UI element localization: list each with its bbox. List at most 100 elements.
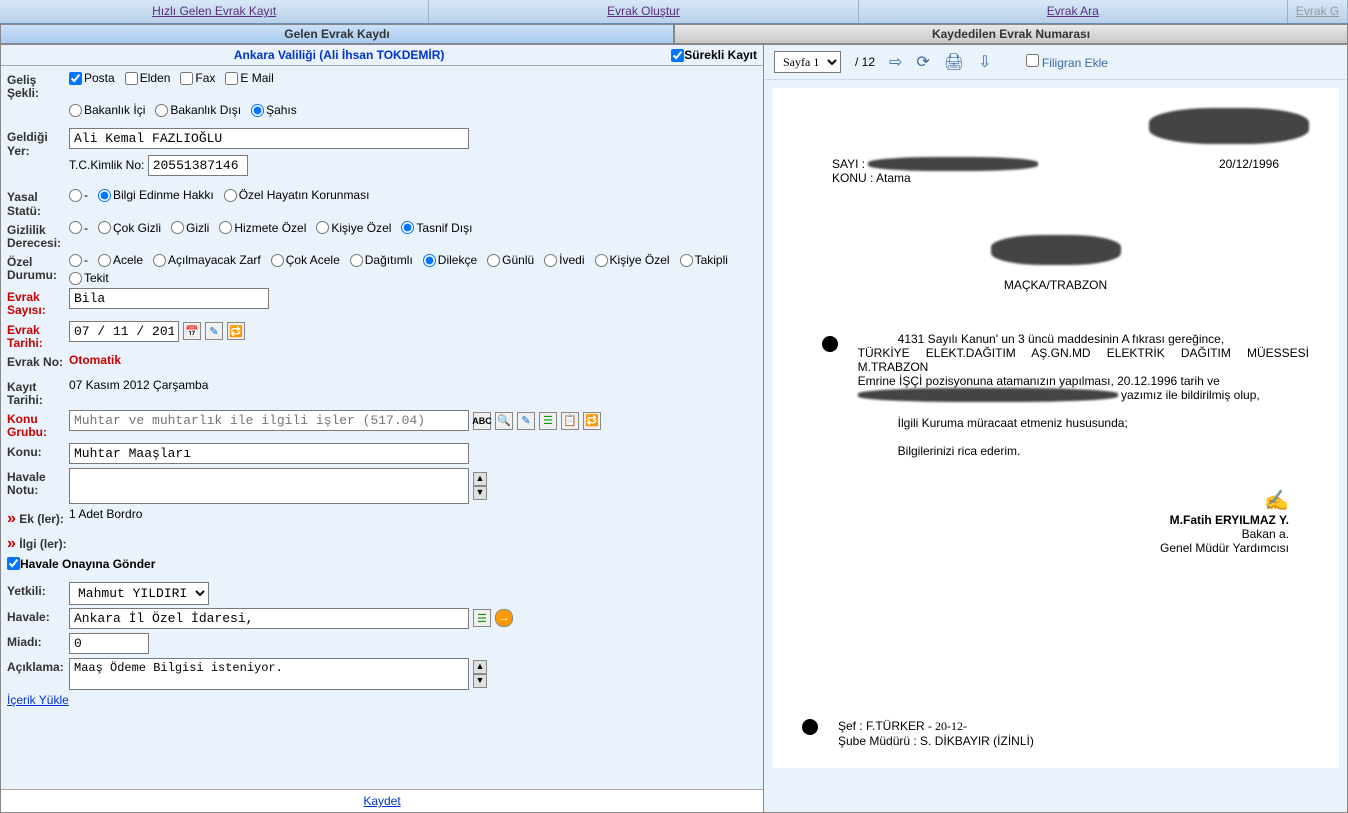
val-kayit-tarihi: 07 Kasım 2012 Çarşamba bbox=[69, 378, 208, 392]
lbl-konu: Konu: bbox=[7, 443, 69, 459]
tab-gelen-evrak[interactable]: Gelen Evrak Kaydı bbox=[0, 24, 674, 44]
chk-filigran[interactable] bbox=[1026, 54, 1039, 67]
sel-page[interactable]: Sayfa 1 bbox=[774, 51, 841, 73]
inp-havale[interactable] bbox=[69, 608, 469, 629]
scroll-up-1[interactable]: ▲ bbox=[473, 472, 487, 486]
ta-havale-notu[interactable] bbox=[69, 468, 469, 504]
reload-icon[interactable]: 🔁 bbox=[583, 412, 601, 430]
rad-ivedi[interactable] bbox=[544, 254, 557, 267]
chk-email[interactable] bbox=[225, 72, 238, 85]
lbl-kayit-tarihi: Kayıt Tarihi: bbox=[7, 378, 69, 407]
main-tabs: Gelen Evrak Kaydı Kaydedilen Evrak Numar… bbox=[0, 24, 1348, 44]
copy-icon[interactable]: 📋 bbox=[561, 412, 579, 430]
nav-olustur[interactable]: Evrak Oluştur bbox=[429, 0, 858, 23]
inp-konu-grubu[interactable] bbox=[69, 410, 469, 431]
lbl-konu-grubu: Konu Grubu: bbox=[7, 410, 69, 439]
nav-hizli[interactable]: Hızlı Gelen Evrak Kayıt bbox=[0, 0, 429, 23]
chk-posta[interactable] bbox=[69, 72, 82, 85]
rad-bakanlik-disi[interactable] bbox=[155, 104, 168, 117]
lbl-aciklama: Açıklama: bbox=[7, 658, 69, 674]
document-view: SAYI : KONU : Atama 20/12/1996 MAÇKA/TRA… bbox=[772, 88, 1339, 768]
rad-dagitimli[interactable] bbox=[350, 254, 363, 267]
lbl-ilgi: » İlgi (ler): bbox=[7, 532, 69, 553]
tree-icon-2[interactable]: ☰ bbox=[473, 609, 491, 627]
lbl-miadi: Miadı: bbox=[7, 633, 69, 649]
print-icon[interactable]: 🖨 bbox=[944, 52, 964, 72]
lbl-filigran: Filigran Ekle bbox=[1042, 56, 1108, 70]
lbl-tckimlik: T.C.Kimlik No: bbox=[69, 158, 144, 172]
rad-acele[interactable] bbox=[98, 254, 111, 267]
go-icon[interactable]: → bbox=[495, 609, 513, 627]
unit-title: Ankara Valiliği (Ali İhsan TOKDEMİR) bbox=[7, 48, 671, 62]
rad-bilgi-edinme[interactable] bbox=[98, 189, 111, 202]
rotate-icon[interactable]: ⟳ bbox=[916, 52, 929, 72]
ta-aciklama[interactable]: Maaş Ödeme Bilgisi isteniyor. bbox=[69, 658, 469, 690]
next-page-icon[interactable]: ⇨ bbox=[889, 52, 902, 72]
chk-fax[interactable] bbox=[180, 72, 193, 85]
inp-evrak-sayisi[interactable] bbox=[69, 288, 269, 309]
clear-date-icon[interactable]: ✎ bbox=[205, 322, 223, 340]
val-evrak-no: Otomatik bbox=[69, 353, 121, 367]
inp-konu[interactable] bbox=[69, 443, 469, 464]
inp-geldigi-yer[interactable] bbox=[69, 128, 469, 149]
refresh-date-icon[interactable]: 🔁 bbox=[227, 322, 245, 340]
nav-more[interactable]: Evrak G bbox=[1288, 0, 1348, 23]
arrow-ilgi-icon[interactable]: » bbox=[7, 535, 16, 552]
surekli-kayit-checkbox[interactable] bbox=[671, 49, 684, 62]
scroll-down-1[interactable]: ▼ bbox=[473, 486, 487, 500]
lbl-ekler: » Ek (ler): bbox=[7, 507, 69, 528]
rad-cok-gizli[interactable] bbox=[98, 221, 111, 234]
rad-sahis[interactable] bbox=[251, 104, 264, 117]
rad-hizmete-ozel[interactable] bbox=[219, 221, 232, 234]
rad-bakanlik-ici[interactable] bbox=[69, 104, 82, 117]
page-total: / 12 bbox=[855, 55, 875, 69]
rad-ys-dash[interactable] bbox=[69, 189, 82, 202]
lbl-yasal-statu: Yasal Statü: bbox=[7, 188, 69, 217]
lbl-yetkili: Yetkili: bbox=[7, 582, 69, 598]
inp-tckimlik[interactable] bbox=[148, 155, 248, 176]
tab-kaydedilen[interactable]: Kaydedilen Evrak Numarası bbox=[674, 24, 1348, 44]
link-kaydet[interactable]: Kaydet bbox=[363, 794, 400, 808]
search-icon[interactable]: 🔍 bbox=[495, 412, 513, 430]
scroll-down-2[interactable]: ▼ bbox=[473, 674, 487, 688]
top-nav: Hızlı Gelen Evrak Kayıt Evrak Oluştur Ev… bbox=[0, 0, 1348, 24]
rad-kisiye-ozel[interactable] bbox=[316, 221, 329, 234]
rad-cok-acele[interactable] bbox=[271, 254, 284, 267]
chk-elden[interactable] bbox=[125, 72, 138, 85]
lbl-evrak-sayisi: Evrak Sayısı: bbox=[7, 288, 69, 317]
rad-od-dash[interactable] bbox=[69, 254, 82, 267]
download-icon[interactable]: ⇩ bbox=[978, 52, 991, 72]
rad-takipli[interactable] bbox=[680, 254, 693, 267]
rad-od-kisiye[interactable] bbox=[595, 254, 608, 267]
chk-havale-onay[interactable] bbox=[7, 557, 20, 570]
lbl-havale-notu: Havale Notu: bbox=[7, 468, 69, 497]
rad-ozel-hayat[interactable] bbox=[224, 189, 237, 202]
lbl-geldigi-yer: Geldiği Yer: bbox=[7, 128, 69, 157]
lbl-evrak-no: Evrak No: bbox=[7, 353, 69, 369]
lbl-gelis-sekli: Geliş Şekli: bbox=[7, 71, 69, 100]
rad-dilekce[interactable] bbox=[423, 254, 436, 267]
lbl-gizlilik: Gizlilik Derecesi: bbox=[7, 221, 69, 250]
abc-icon[interactable]: ABC bbox=[473, 412, 491, 430]
link-icerik-yukle[interactable]: İçerik Yükle bbox=[7, 693, 69, 707]
rad-tasnif-disi[interactable] bbox=[401, 221, 414, 234]
rad-gz-dash[interactable] bbox=[69, 221, 82, 234]
inp-miadi[interactable] bbox=[69, 633, 149, 654]
val-ekler: 1 Adet Bordro bbox=[69, 507, 142, 521]
rad-gunlu[interactable] bbox=[487, 254, 500, 267]
rad-acilmayacak[interactable] bbox=[153, 254, 166, 267]
inp-evrak-tarihi[interactable] bbox=[69, 321, 179, 342]
calendar-icon[interactable]: 📅 bbox=[183, 322, 201, 340]
sel-yetkili[interactable]: Mahmut YILDIRIM bbox=[69, 582, 209, 605]
tree-icon[interactable]: ☰ bbox=[539, 412, 557, 430]
form-panel: Ankara Valiliği (Ali İhsan TOKDEMİR) Sür… bbox=[0, 44, 764, 813]
edit-icon[interactable]: ✎ bbox=[517, 412, 535, 430]
lbl-havale-onay: Havale Onayına Gönder bbox=[20, 557, 155, 571]
nav-ara[interactable]: Evrak Ara bbox=[859, 0, 1288, 23]
lbl-ozel-durumu: Özel Durumu: bbox=[7, 253, 69, 282]
arrow-ek-icon[interactable]: » bbox=[7, 510, 16, 527]
lbl-havale: Havale: bbox=[7, 608, 69, 624]
rad-tekit[interactable] bbox=[69, 272, 82, 285]
scroll-up-2[interactable]: ▲ bbox=[473, 660, 487, 674]
rad-gizli[interactable] bbox=[171, 221, 184, 234]
